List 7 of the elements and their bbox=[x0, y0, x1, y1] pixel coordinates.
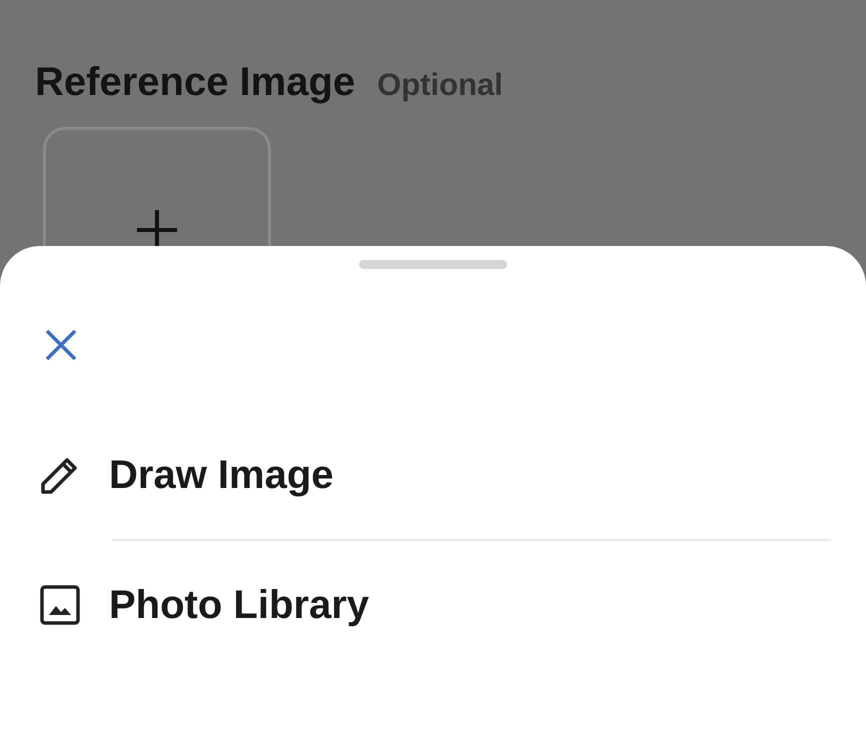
image-icon bbox=[39, 584, 81, 626]
optional-label: Optional bbox=[377, 67, 503, 103]
section-title: Reference Image bbox=[35, 60, 356, 105]
drag-handle[interactable] bbox=[359, 260, 507, 269]
close-icon[interactable] bbox=[45, 329, 77, 361]
option-label[interactable]: Draw Image bbox=[109, 452, 334, 498]
option-label[interactable]: Photo Library bbox=[109, 582, 370, 628]
